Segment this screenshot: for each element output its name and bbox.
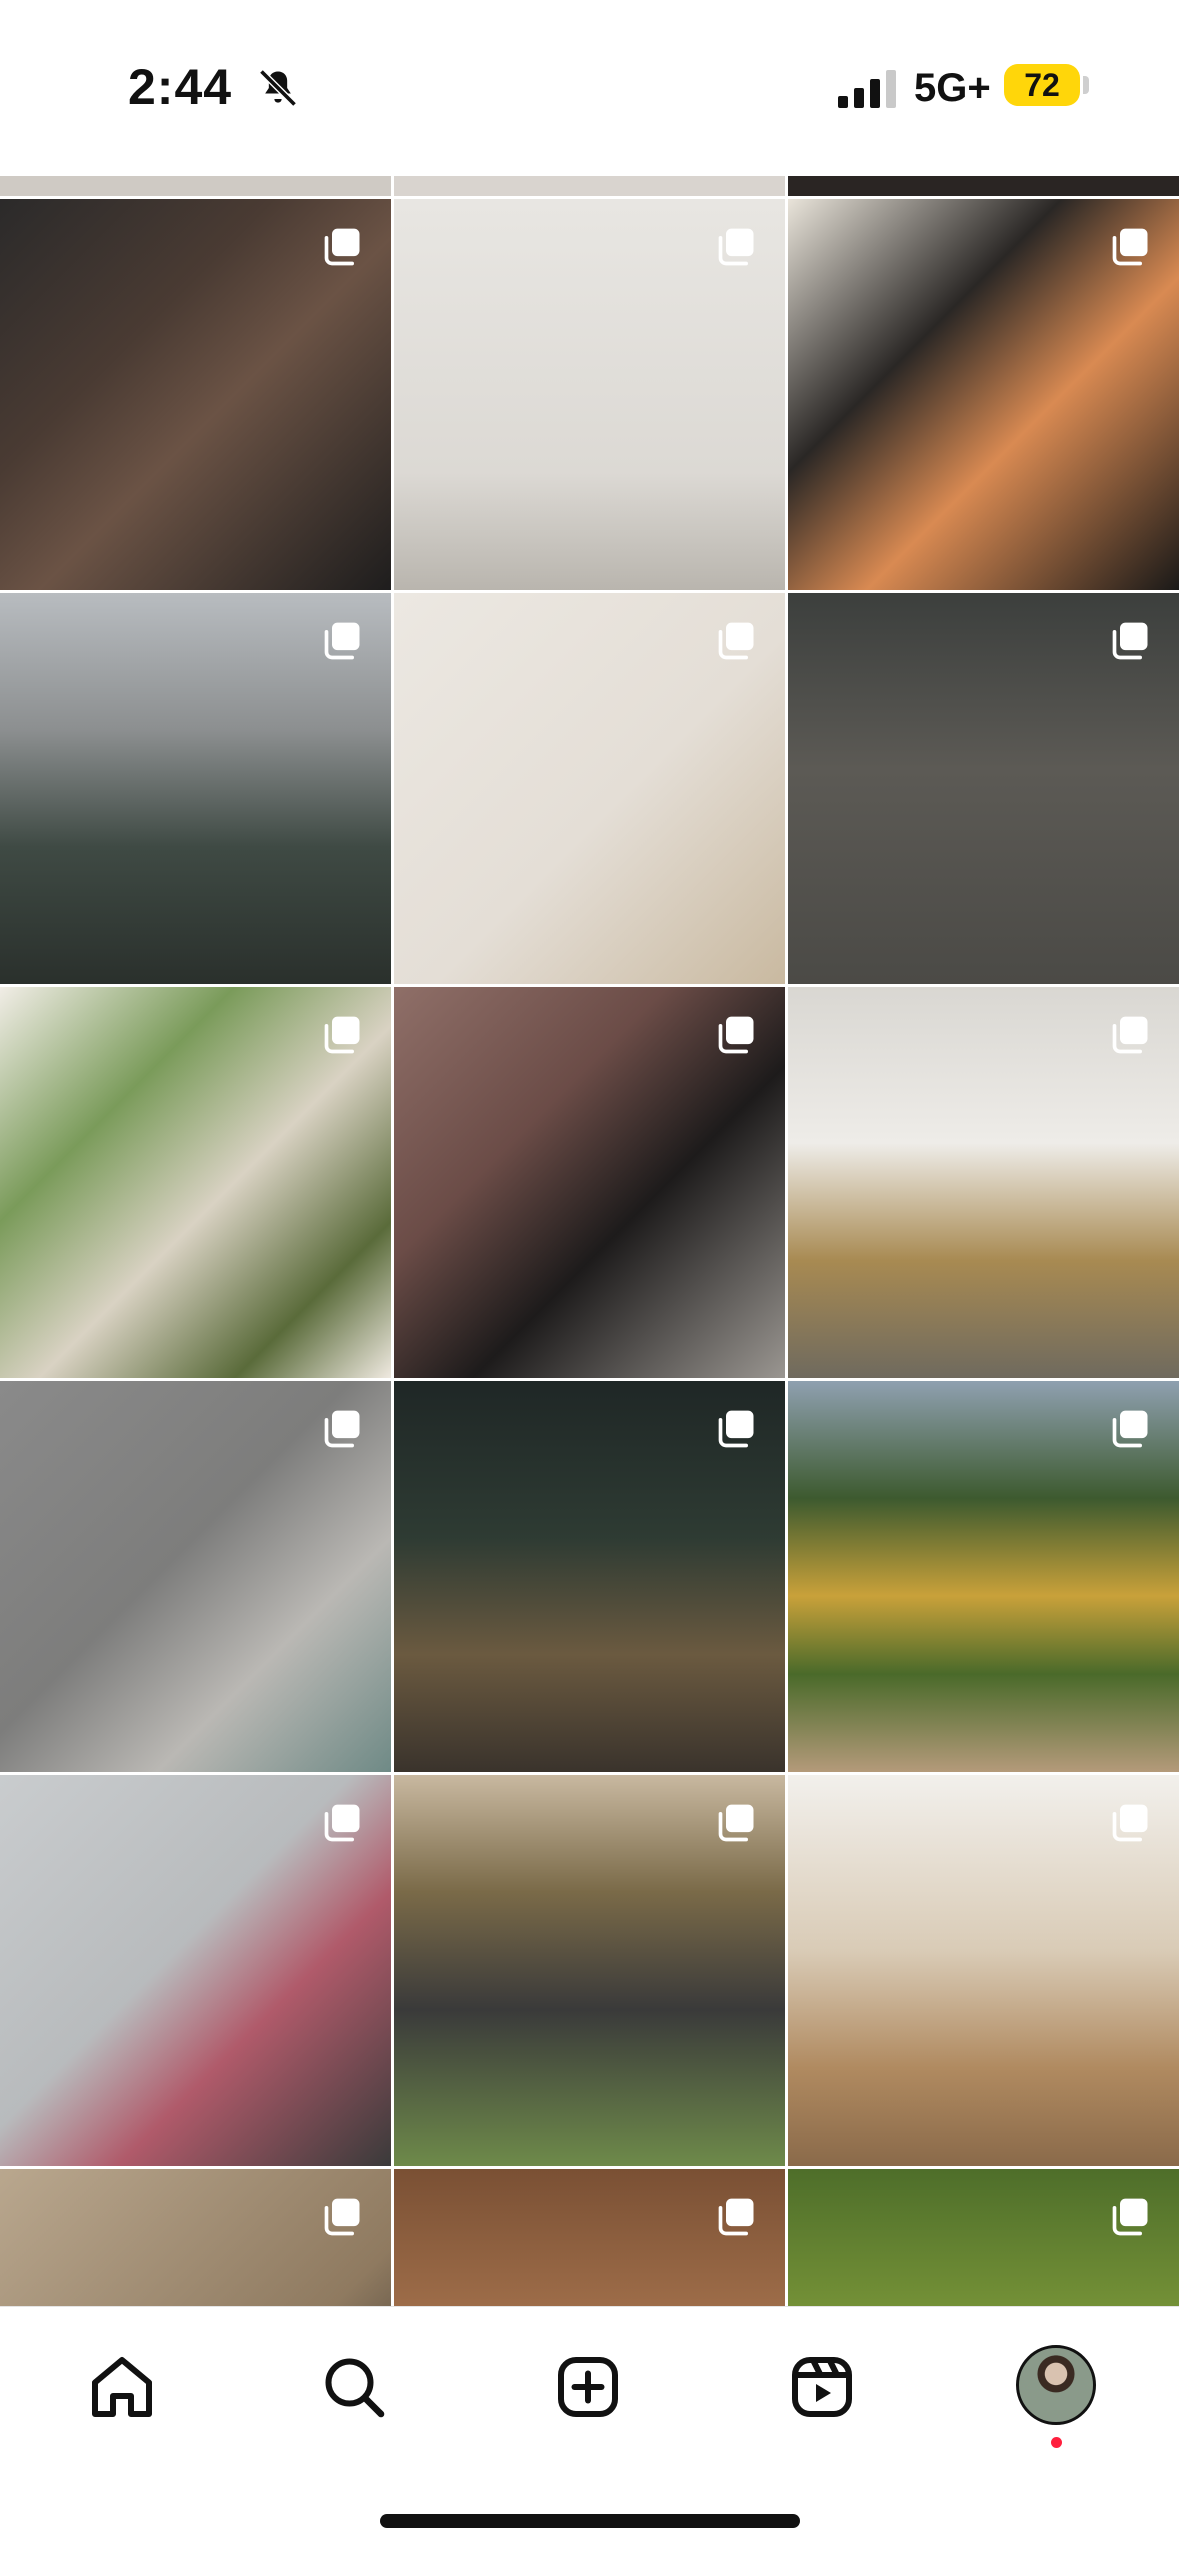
carousel-icon	[715, 2195, 759, 2239]
battery-cap	[1083, 76, 1089, 94]
grid-tile-car-selfie[interactable]	[0, 199, 391, 590]
battery-level: 72	[1024, 66, 1060, 103]
grid-tile-coffee-and-flowers[interactable]	[788, 199, 1179, 590]
carousel-icon	[321, 619, 365, 663]
carousel-icon	[1109, 1407, 1153, 1451]
notification-dot	[1051, 2437, 1062, 2448]
grid-tile-park-bench[interactable]	[394, 1775, 785, 2166]
battery-icon: 72	[1004, 64, 1080, 106]
signal-bars-icon	[838, 70, 896, 108]
posts-grid	[0, 176, 1179, 2306]
carousel-icon	[715, 1013, 759, 1057]
status-bar: 2:44 5G+ 72	[0, 0, 1179, 175]
grid-tile-forest-trail[interactable]	[788, 2169, 1179, 2306]
grid-tile-tumbler-on-concrete[interactable]	[0, 1381, 391, 1772]
bell-slash-icon	[259, 69, 297, 107]
carousel-icon	[1109, 225, 1153, 269]
grid-tile-restaurant-interior[interactable]	[394, 1381, 785, 1772]
carousel-icon	[321, 1801, 365, 1845]
carousel-icon	[1109, 1013, 1153, 1057]
tab-home[interactable]	[82, 2347, 162, 2427]
grid-tile-dirt-ground[interactable]	[0, 2169, 391, 2306]
grid-tile-partial[interactable]	[788, 176, 1179, 196]
grid-tile-blazer-outfit[interactable]	[394, 987, 785, 1378]
profile-avatar[interactable]	[1016, 2345, 1096, 2425]
grid-tile-latte-art[interactable]	[394, 2169, 785, 2306]
carousel-icon	[321, 2195, 365, 2239]
grid-tile-salad-bowls[interactable]	[0, 987, 391, 1378]
grid-tile-cafe-counter[interactable]	[788, 1775, 1179, 2166]
grid-tile-white-wall-pose[interactable]	[394, 199, 785, 590]
grid-tile-partial[interactable]	[394, 176, 785, 196]
home-indicator[interactable]	[380, 2514, 800, 2528]
carousel-icon	[1109, 1801, 1153, 1845]
grid-tile-mirror-jumpsuit[interactable]	[788, 987, 1179, 1378]
reels-icon	[792, 2357, 852, 2417]
carousel-icon	[715, 619, 759, 663]
tab-create[interactable]	[548, 2347, 628, 2427]
carousel-icon	[715, 1801, 759, 1845]
grid-tile-snowy-mountain-road[interactable]	[0, 593, 391, 984]
grid-tile-partial[interactable]	[0, 176, 391, 196]
tab-search[interactable]	[314, 2347, 394, 2427]
grid-tile-street-night[interactable]	[788, 593, 1179, 984]
carousel-icon	[321, 225, 365, 269]
tab-reels[interactable]	[782, 2347, 862, 2427]
grid-tile-studio-coffee[interactable]	[394, 593, 785, 984]
posts-grid-scroll[interactable]	[0, 176, 1179, 2306]
create-icon	[558, 2357, 618, 2417]
carousel-icon	[715, 1407, 759, 1451]
carousel-icon	[321, 1013, 365, 1057]
network-type: 5G+	[914, 66, 991, 110]
grid-tile-balcony-workout[interactable]	[0, 1775, 391, 2166]
status-time: 2:44	[128, 59, 233, 115]
grid-tile-sunflower-field[interactable]	[788, 1381, 1179, 1772]
carousel-icon	[1109, 619, 1153, 663]
carousel-icon	[1109, 2195, 1153, 2239]
carousel-icon	[715, 225, 759, 269]
carousel-icon	[321, 1407, 365, 1451]
home-icon	[92, 2357, 152, 2417]
search-icon	[325, 2358, 385, 2418]
